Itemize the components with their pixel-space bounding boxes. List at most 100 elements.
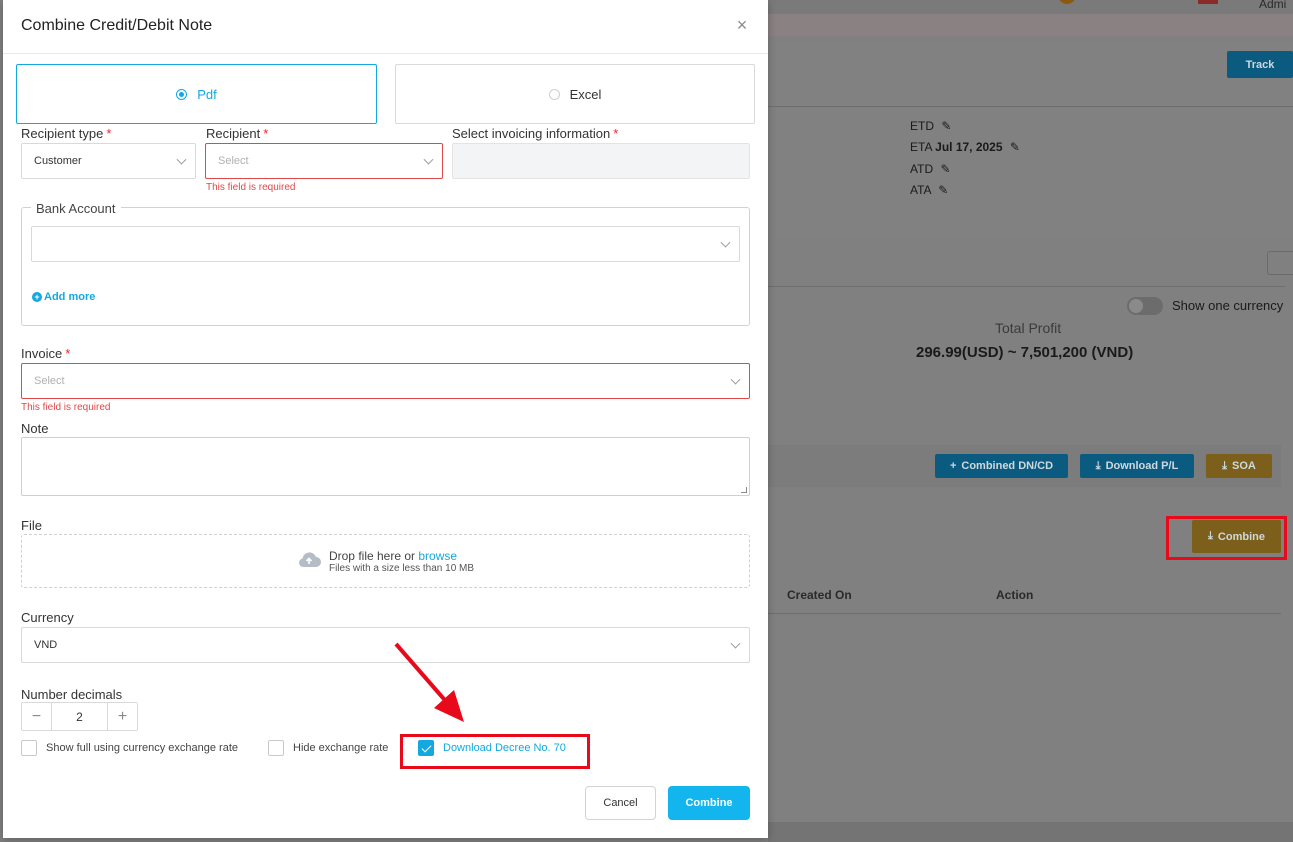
chevron-down-icon: [730, 638, 741, 649]
highlight-box-combine: [1166, 516, 1287, 560]
edit-icon[interactable]: ✎: [941, 119, 951, 133]
atd-row: ATD ✎: [910, 162, 951, 176]
required-mark: *: [65, 346, 71, 361]
minus-icon[interactable]: −: [22, 703, 51, 730]
show-full-exchange-checkbox[interactable]: Show full using currency exchange rate: [21, 740, 238, 756]
eta-value: Jul 17, 2025: [935, 140, 1003, 154]
bank-account-select[interactable]: [31, 226, 740, 262]
plus-circle-icon: +: [32, 292, 42, 302]
total-profit-label: Total Profit: [995, 320, 1062, 336]
eta-label: ETA: [910, 140, 932, 154]
note-textarea[interactable]: [21, 437, 750, 496]
resize-handle-icon[interactable]: [741, 487, 747, 493]
checkbox-icon: [268, 740, 284, 756]
number-decimals-label: Number decimals: [21, 687, 123, 702]
file-label: File: [21, 518, 42, 533]
recipient-type-select[interactable]: Customer: [21, 143, 196, 179]
table-header-divider: [768, 613, 1281, 614]
invoice-error: This field is required: [21, 402, 111, 413]
highlight-box-decree: [400, 734, 590, 769]
user-name: Admi: [1259, 0, 1287, 11]
chevron-down-icon: [176, 154, 187, 165]
eye-button[interactable]: [1267, 251, 1293, 275]
chevron-down-icon: [720, 237, 731, 248]
soa-button[interactable]: ⤓ SOA: [1206, 454, 1272, 478]
recipient-label: Recipient *: [206, 126, 268, 141]
edit-icon[interactable]: ✎: [940, 162, 950, 176]
select-placeholder: Select: [34, 375, 65, 387]
soa-label: SOA: [1232, 460, 1256, 472]
modal-header: Combine Credit/Debit Note ×: [3, 0, 768, 54]
chevron-down-icon: [423, 154, 434, 165]
decimals-value[interactable]: 2: [51, 703, 108, 730]
flag-icon: [1198, 0, 1218, 4]
chevron-down-icon: [730, 374, 741, 385]
combined-dn-cd-button[interactable]: + Combined DN/CD: [935, 454, 1068, 478]
required-mark: *: [263, 126, 269, 141]
plus-icon[interactable]: +: [108, 703, 137, 730]
combine-button[interactable]: Combine: [668, 786, 750, 820]
required-mark: *: [613, 126, 619, 141]
format-label: Pdf: [197, 86, 217, 102]
radio-icon: [548, 88, 560, 100]
plus-icon: +: [949, 460, 957, 472]
download-pl-button[interactable]: ⤓ Download P/L: [1080, 454, 1194, 478]
ata-row: ATA ✎: [910, 183, 948, 197]
recipient-error: This field is required: [206, 182, 296, 193]
invoicing-info-label: Select invoicing information *: [452, 126, 618, 141]
notice-strip: [768, 14, 1293, 36]
label-text: Recipient type: [21, 126, 104, 141]
format-option-pdf[interactable]: Pdf: [16, 64, 377, 124]
currency-select[interactable]: VND: [21, 627, 750, 663]
shipment-card: [768, 42, 1293, 237]
radio-icon: [176, 88, 188, 100]
drop-text: Drop file here or browse: [329, 549, 474, 563]
toggle-knob: [1129, 299, 1143, 313]
select-value: VND: [34, 639, 58, 651]
currency-toggle-label: Show one currency: [1172, 298, 1284, 313]
total-profit-value: 296.99(USD) ~ 7,501,200 (VND): [916, 344, 1134, 361]
decimals-stepper: − 2 +: [21, 702, 138, 731]
select-placeholder: Select: [218, 155, 249, 167]
table-header-action: Action: [996, 588, 1034, 602]
file-size-hint: Files with a size less than 10 MB: [328, 562, 475, 574]
track-button[interactable]: Track: [1227, 51, 1293, 78]
hide-exchange-checkbox[interactable]: Hide exchange rate: [268, 740, 388, 756]
edit-icon[interactable]: ✎: [938, 183, 948, 197]
dropzone-text: Drop file here or browse Files with a si…: [329, 549, 474, 574]
required-mark: *: [106, 126, 112, 141]
select-value: Customer: [34, 155, 82, 167]
close-icon[interactable]: ×: [733, 16, 751, 34]
checkbox-label: Hide exchange rate: [293, 742, 389, 754]
invoicing-info-select: [452, 143, 750, 179]
etd-row: ETD ✎: [910, 119, 951, 133]
etd-label: ETD: [910, 119, 934, 133]
note-label: Note: [21, 421, 49, 436]
checkbox-icon: [21, 740, 37, 756]
recipient-type-label: Recipient type *: [21, 126, 111, 141]
add-more-label: Add more: [44, 291, 96, 303]
browse-link[interactable]: browse: [418, 549, 457, 563]
invoice-select[interactable]: Select: [21, 363, 750, 399]
drop-text-main: Drop file here or: [328, 548, 419, 563]
cancel-button[interactable]: Cancel: [585, 786, 656, 820]
combined-dn-cd-label: Combined DN/CD: [961, 460, 1054, 472]
add-more-button[interactable]: + Add more: [32, 291, 95, 303]
invoice-label: Invoice *: [21, 346, 70, 361]
arrow-down-right-icon: [394, 642, 464, 722]
ata-label: ATA: [910, 183, 931, 197]
download-icon: ⤓: [1095, 459, 1101, 472]
label-text: Select invoicing information: [452, 126, 611, 141]
format-option-excel[interactable]: Excel: [395, 64, 755, 124]
format-label: Excel: [569, 86, 602, 102]
recipient-select[interactable]: Select: [205, 143, 443, 179]
file-dropzone[interactable]: Drop file here or browse Files with a si…: [21, 534, 750, 588]
page-footer: [768, 822, 1293, 842]
edit-icon[interactable]: ✎: [1010, 140, 1020, 154]
label-text: Invoice: [21, 346, 63, 361]
eta-row: ETA Jul 17, 2025 ✎: [910, 140, 1020, 154]
modal-title: Combine Credit/Debit Note: [21, 17, 213, 34]
combine-note-modal: Combine Credit/Debit Note × Pdf Excel Re…: [3, 0, 768, 838]
currency-toggle[interactable]: [1127, 297, 1163, 315]
currency-label: Currency: [21, 610, 74, 625]
